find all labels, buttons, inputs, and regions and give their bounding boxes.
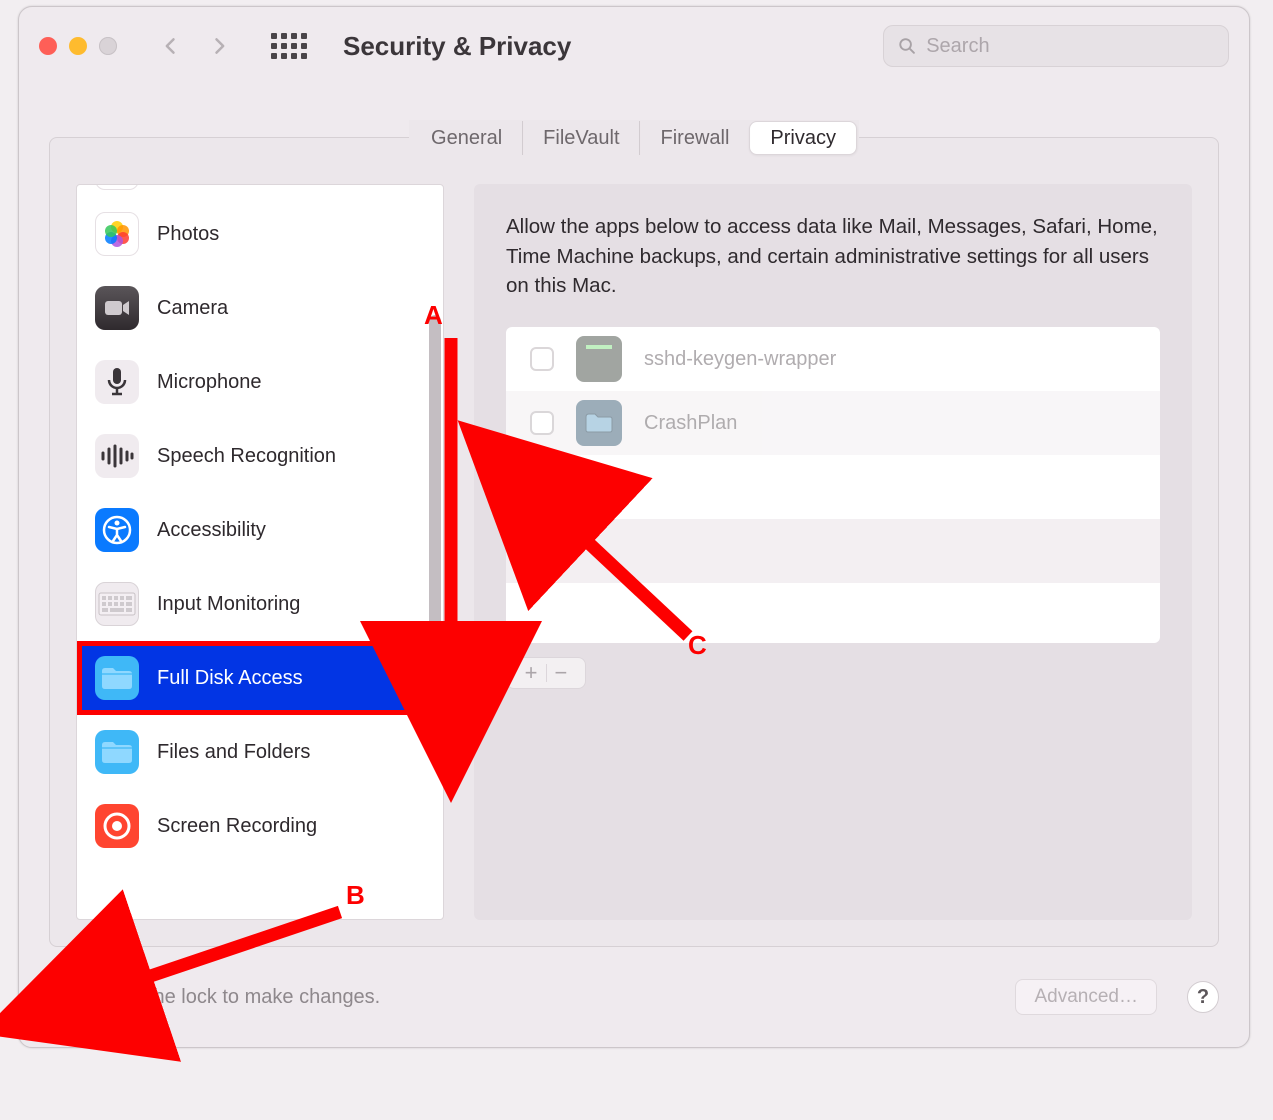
sidebar-item-partial[interactable]: [77, 185, 443, 197]
sidebar-item-microphone[interactable]: Microphone: [77, 345, 443, 419]
sidebar-item-camera[interactable]: Camera: [77, 271, 443, 345]
camera-icon: [95, 286, 139, 330]
sidebar-item-files-folders[interactable]: Files and Folders: [77, 715, 443, 789]
checkbox-sshd[interactable]: [530, 347, 554, 371]
keyboard-icon: [95, 582, 139, 626]
app-label: CrashPlan: [644, 412, 737, 435]
lock-hint-text: Click the lock to make changes.: [99, 986, 380, 1009]
zoom-window-button[interactable]: [99, 37, 117, 55]
app-label: sshd-keygen-wrapper: [644, 348, 836, 371]
app-list: sshd-keygen-wrapper CrashPlan: [506, 327, 1160, 643]
separator: [546, 664, 547, 682]
tab-general[interactable]: General: [411, 121, 522, 155]
lock-button[interactable]: [49, 977, 83, 1017]
sidebar-scrollbar[interactable]: [429, 315, 441, 683]
detail-panel: Allow the apps below to access data like…: [474, 184, 1192, 920]
folder-icon: [95, 656, 139, 700]
app-row-crashplan[interactable]: CrashPlan: [506, 391, 1160, 455]
add-remove-buttons[interactable]: + −: [506, 657, 586, 689]
footer: Click the lock to make changes. Advanced…: [49, 967, 1219, 1027]
add-button[interactable]: +: [525, 662, 538, 684]
tab-privacy[interactable]: Privacy: [749, 121, 857, 155]
scrollbar-thumb[interactable]: [429, 315, 441, 683]
sidebar-item-label: Speech Recognition: [157, 445, 425, 468]
sidebar-item-label: Accessibility: [157, 519, 425, 542]
nav-arrows: [161, 36, 229, 56]
app-row-empty: [506, 519, 1160, 583]
search-field[interactable]: [883, 25, 1229, 67]
preferences-window: Security & Privacy General FileVault Fir…: [18, 6, 1250, 1048]
sidebar-item-screen-recording[interactable]: Screen Recording: [77, 789, 443, 863]
app-row-sshd[interactable]: sshd-keygen-wrapper: [506, 327, 1160, 391]
photos-icon: [95, 212, 139, 256]
sidebar-item-label: Photos: [157, 223, 425, 246]
sidebar-item-photos[interactable]: Photos: [77, 197, 443, 271]
app-row-empty: [506, 455, 1160, 519]
reminders-partial-icon: [95, 185, 139, 190]
forward-button[interactable]: [209, 36, 229, 56]
privacy-category-list[interactable]: Photos Camera Microphone: [76, 184, 444, 920]
show-all-button[interactable]: [271, 33, 307, 59]
titlebar: Security & Privacy: [19, 7, 1249, 85]
app-row-empty: [506, 583, 1160, 643]
help-button[interactable]: ?: [1187, 981, 1219, 1013]
close-window-button[interactable]: [39, 37, 57, 55]
checkbox-crashplan[interactable]: [530, 411, 554, 435]
sidebar-item-label: Microphone: [157, 371, 425, 394]
sidebar-item-label: Screen Recording: [157, 815, 425, 838]
tab-bar: General FileVault Firewall Privacy: [409, 120, 859, 156]
remove-button[interactable]: −: [555, 662, 568, 684]
sidebar-item-label: Camera: [157, 297, 425, 320]
microphone-icon: [95, 360, 139, 404]
record-target-icon: [95, 804, 139, 848]
speech-waveform-icon: [95, 434, 139, 478]
sidebar-item-full-disk-access[interactable]: Full Disk Access: [77, 641, 443, 715]
window-controls: [39, 37, 117, 55]
advanced-button[interactable]: Advanced…: [1015, 979, 1157, 1015]
tab-filevault[interactable]: FileVault: [522, 121, 639, 155]
content-box: General FileVault Firewall Privacy: [49, 137, 1219, 947]
folder-icon: [95, 730, 139, 774]
terminal-icon: [576, 336, 622, 382]
accessibility-icon: [95, 508, 139, 552]
panel-description: Allow the apps below to access data like…: [506, 212, 1160, 301]
sidebar-item-label: Files and Folders: [157, 741, 425, 764]
search-icon: [898, 36, 916, 56]
window-title: Security & Privacy: [343, 31, 571, 62]
sidebar-item-accessibility[interactable]: Accessibility: [77, 493, 443, 567]
search-input[interactable]: [926, 35, 1214, 58]
sidebar-item-label: Full Disk Access: [157, 667, 425, 690]
sidebar-item-speech[interactable]: Speech Recognition: [77, 419, 443, 493]
sidebar-item-input-monitoring[interactable]: Input Monitoring: [77, 567, 443, 641]
minimize-window-button[interactable]: [69, 37, 87, 55]
lock-body-icon: [51, 995, 81, 1017]
sidebar-item-label: Input Monitoring: [157, 593, 425, 616]
crashplan-folder-icon: [576, 400, 622, 446]
tab-firewall[interactable]: Firewall: [640, 121, 750, 155]
back-button[interactable]: [161, 36, 181, 56]
